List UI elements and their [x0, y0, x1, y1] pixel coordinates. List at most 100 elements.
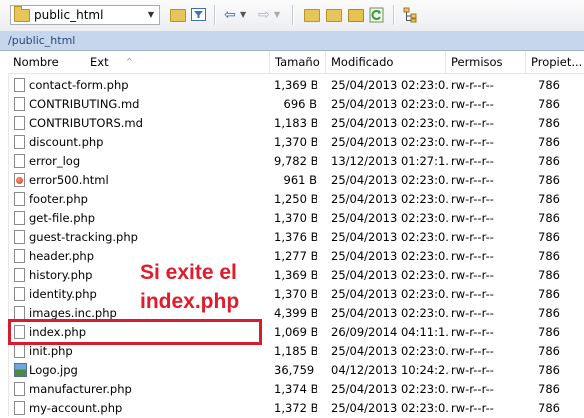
file-row[interactable]: contact-form.php 1,369 B 25/04/2013 02:23:…: [8, 76, 584, 95]
back-dropdown-icon[interactable]: ▼: [240, 5, 246, 25]
column-modified[interactable]: Modificado: [326, 51, 446, 73]
refresh-icon[interactable]: [368, 6, 386, 24]
file-permissions: rw-r--r--: [451, 325, 494, 339]
file-row[interactable]: guest-tracking.php 1,376 B 25/04/2013 02:2…: [8, 228, 584, 247]
file-permissions: rw-r--r--: [451, 135, 494, 149]
file-row[interactable]: get-file.php 1,370 B 25/04/2013 02:23:0...…: [8, 209, 584, 228]
column-size[interactable]: Tamaño: [270, 51, 326, 73]
file-row[interactable]: footer.php 1,250 B 25/04/2013 02:23:0... rw…: [8, 190, 584, 209]
file-permissions: rw-r--r--: [451, 192, 494, 206]
file-name: CONTRIBUTORS.md: [29, 116, 143, 130]
file-owner: 786: [538, 116, 560, 130]
file-size: 1,376 B: [274, 230, 317, 244]
file-modified: 25/04/2013 02:23:0...: [331, 97, 448, 111]
filter-icon[interactable]: [190, 6, 208, 24]
column-ext-label[interactable]: Ext: [90, 51, 109, 73]
file-row[interactable]: manufacturer.php 1,374 B 25/04/2013 02:23:…: [8, 380, 584, 399]
file-owner: 786: [538, 154, 560, 168]
file-modified: 13/12/2013 01:27:1...: [331, 154, 448, 168]
file-row[interactable]: identity.php 1,370 B 25/04/2013 02:23:0...…: [8, 285, 584, 304]
file-size: 36,759 B: [274, 363, 317, 377]
file-permissions: rw-r--r--: [451, 173, 494, 187]
file-size: 1,370 B: [274, 211, 317, 225]
file-size: 1,183 B: [274, 116, 317, 130]
column-name[interactable]: Nombre Ext ^: [8, 51, 270, 73]
tree-icon[interactable]: [402, 6, 420, 24]
forward-arrow-icon[interactable]: ⇨: [258, 5, 270, 25]
file-name: footer.php: [29, 192, 88, 206]
file-size: 1,069 B: [274, 325, 317, 339]
file-name: contact-form.php: [29, 78, 129, 92]
back-arrow-icon[interactable]: ⇦: [224, 5, 236, 25]
file-modified: 04/12/2013 10:24:2...: [331, 363, 448, 377]
file-owner: 786: [538, 230, 560, 244]
column-permissions[interactable]: Permisos: [446, 51, 526, 73]
image-file-icon: [14, 363, 27, 377]
file-modified: 25/04/2013 02:23:0...: [331, 344, 448, 358]
column-permissions-label: Permisos: [451, 55, 503, 69]
path-combo-value: public_html: [34, 8, 104, 22]
current-path: /public_html: [8, 34, 76, 47]
file-modified: 25/04/2013 02:23:0...: [331, 230, 448, 244]
column-owner-label: Propiet...: [531, 55, 583, 69]
forward-dropdown-icon[interactable]: ▼: [274, 5, 280, 25]
file-row[interactable]: discount.php 1,370 B 25/04/2013 02:23:0...…: [8, 133, 584, 152]
file-modified: 25/04/2013 02:23:0...: [331, 78, 448, 92]
highlight-box: [8, 319, 262, 345]
file-permissions: rw-r--r--: [451, 344, 494, 358]
file-modified: 25/04/2013 02:23:0...: [331, 116, 448, 130]
parent-folder-icon[interactable]: [302, 6, 320, 24]
file-size: 1,372 B: [274, 401, 317, 415]
file-name: Logo.jpg: [29, 363, 78, 377]
file-owner: 786: [538, 211, 560, 225]
file-icon: [14, 211, 25, 225]
file-size: 1,369 B: [274, 268, 317, 282]
path-combo[interactable]: public_html ▼: [10, 5, 160, 25]
file-name: manufacturer.php: [29, 382, 132, 396]
toolbar-separator: [393, 5, 395, 25]
file-modified: 25/04/2013 02:23:0...: [331, 306, 448, 320]
file-name: discount.php: [29, 135, 104, 149]
path-bar: /public_html: [0, 32, 584, 51]
file-permissions: rw-r--r--: [451, 306, 494, 320]
file-icon: [14, 135, 25, 149]
file-row[interactable]: header.php 1,277 B 25/04/2013 02:23:0... rw…: [8, 247, 584, 266]
file-row[interactable]: history.php 1,369 B 25/04/2013 02:23:0... r…: [8, 266, 584, 285]
column-size-label: Tamaño: [275, 55, 320, 69]
new-folder-icon[interactable]: [324, 6, 342, 24]
file-permissions: rw-r--r--: [451, 211, 494, 225]
file-permissions: rw-r--r--: [451, 97, 494, 111]
file-name: CONTRIBUTING.md: [29, 97, 140, 111]
file-owner: 786: [538, 363, 560, 377]
file-row[interactable]: my-account.php 1,372 B 25/04/2013 02:23:0.…: [8, 399, 584, 418]
folder-open-icon[interactable]: [168, 6, 186, 24]
bookmark-icon[interactable]: [346, 6, 364, 24]
chevron-down-icon[interactable]: ▼: [145, 8, 157, 22]
file-row[interactable]: error500.html 961 B 25/04/2013 02:23:0... r…: [8, 171, 584, 190]
file-size: 1,185 B: [274, 344, 317, 358]
annotation-line-1: Si exite el: [140, 261, 237, 284]
file-permissions: rw-r--r--: [451, 116, 494, 130]
file-owner: 786: [538, 382, 560, 396]
file-name: my-account.php: [29, 401, 123, 415]
toolbar: public_html ▼ ⇦ ▼ ⇨ ▼: [0, 0, 584, 32]
file-size: 1,374 B: [274, 382, 317, 396]
column-owner[interactable]: Propiet...: [526, 51, 584, 73]
file-row[interactable]: CONTRIBUTORS.md 1,183 B 25/04/2013 02:23:0…: [8, 114, 584, 133]
file-row[interactable]: Logo.jpg 36,759 B 04/12/2013 10:24:2...rw-…: [8, 361, 584, 380]
column-header: Nombre Ext ^ Tamaño Modificado Permisos …: [8, 51, 584, 74]
file-size: 4,399 B: [274, 306, 317, 320]
file-icon: [14, 249, 25, 263]
file-modified: 25/04/2013 02:23:0...: [331, 211, 448, 225]
file-owner: 786: [538, 401, 560, 415]
file-row[interactable]: CONTRIBUTING.md 696 B 25/04/2013 02:23:0..…: [8, 95, 584, 114]
file-icon: [14, 116, 25, 130]
file-icon: [14, 78, 25, 92]
file-size: 961 B: [283, 173, 318, 187]
file-size: 9,782 B: [274, 154, 317, 168]
file-icon: [14, 97, 25, 111]
file-modified: 26/09/2014 04:11:1...: [331, 325, 448, 339]
file-owner: 786: [538, 287, 560, 301]
file-row[interactable]: error_log 9,782 B 13/12/2013 01:27:1... rw-…: [8, 152, 584, 171]
file-name: guest-tracking.php: [29, 230, 138, 244]
